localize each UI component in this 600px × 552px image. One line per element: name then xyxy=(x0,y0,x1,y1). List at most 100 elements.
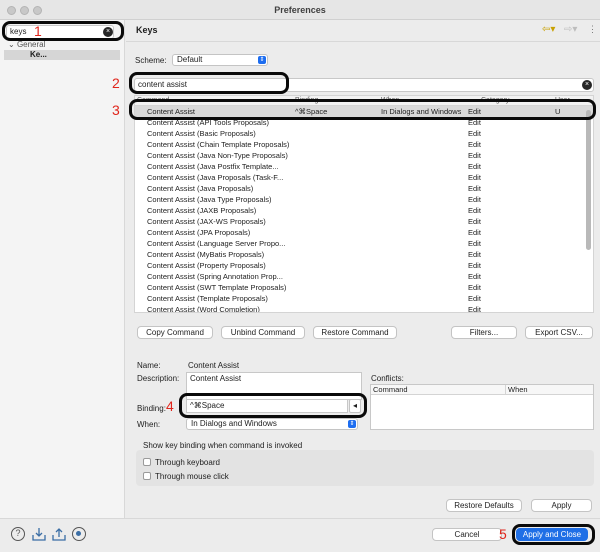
table-header: Command Binding When Category User xyxy=(135,96,593,106)
cell-command: Content Assist (Basic Proposals) xyxy=(147,129,256,138)
table-row[interactable]: Content Assist ^⌘Space In Dialogs and Wind… xyxy=(135,106,593,117)
apply-and-close-button[interactable]: Apply and Close xyxy=(516,528,588,541)
menu-icon[interactable]: ⋮ xyxy=(588,24,597,35)
cell-command: Content Assist xyxy=(147,107,195,116)
cell-command: Content Assist (Language Server Propo... xyxy=(147,239,286,248)
back-arrow-icon[interactable]: ⇦▾ xyxy=(542,24,555,35)
column-header-category[interactable]: Category xyxy=(481,96,509,105)
chevron-down-icon: ⌄ xyxy=(8,40,15,49)
table-row[interactable]: Content Assist (Basic Proposals) Edit xyxy=(135,128,593,139)
minimize-window-button[interactable] xyxy=(20,6,29,15)
forward-arrow-icon[interactable]: ⇨▾ xyxy=(564,24,577,35)
cell-category: Edit xyxy=(468,151,481,160)
table-row[interactable]: Content Assist (SWT Template Proposals) E… xyxy=(135,282,593,293)
table-row[interactable]: Content Assist (API Tools Proposals) Edit xyxy=(135,117,593,128)
conflicts-column-command[interactable]: Command xyxy=(373,385,408,394)
cell-command: Content Assist (Java Type Proposals) xyxy=(147,195,272,204)
through-mouse-label: Through mouse click xyxy=(155,472,229,481)
copy-command-button[interactable]: Copy Command xyxy=(137,326,213,339)
tree-item-general-label: General xyxy=(16,40,46,49)
binding-label: Binding: xyxy=(137,404,166,413)
cell-category: Edit xyxy=(468,195,481,204)
binding-input[interactable]: ^⌘Space xyxy=(186,399,348,413)
description-field[interactable]: Content Assist xyxy=(186,372,362,400)
apply-button[interactable]: Apply xyxy=(531,499,592,512)
cell-category: Edit xyxy=(468,294,481,303)
tree-item-general[interactable]: ⌄ General xyxy=(8,40,45,49)
preferences-sidebar: keys × ⌄ General Ke... xyxy=(0,20,125,518)
column-header-binding[interactable]: Binding xyxy=(295,96,318,105)
table-row[interactable]: Content Assist (Spring Annotation Prop..… xyxy=(135,271,593,282)
cell-command: Content Assist (Chain Template Proposals… xyxy=(147,140,290,149)
cell-category: Edit xyxy=(468,250,481,259)
zoom-window-button[interactable] xyxy=(33,6,42,15)
restore-defaults-button[interactable]: Restore Defaults xyxy=(446,499,522,512)
column-header-user[interactable]: User xyxy=(555,96,570,105)
import-icon[interactable] xyxy=(32,527,46,541)
cell-category: Edit xyxy=(468,129,481,138)
table-row[interactable]: Content Assist (MyBatis Proposals) Edit xyxy=(135,249,593,260)
table-row[interactable]: Content Assist (Java Postfix Template...… xyxy=(135,161,593,172)
through-mouse-checkbox[interactable] xyxy=(143,472,151,480)
cell-category: Edit xyxy=(468,107,481,116)
table-row[interactable]: Content Assist (JPA Proposals) Edit xyxy=(135,227,593,238)
cell-when: In Dialogs and Windows xyxy=(381,107,462,116)
name-value: Content Assist xyxy=(188,361,240,370)
command-filter-input[interactable]: content assist xyxy=(134,78,594,92)
clear-command-filter-icon[interactable]: × xyxy=(582,80,592,90)
table-row[interactable]: Content Assist (Template Proposals) Edit xyxy=(135,293,593,304)
table-row[interactable]: Content Assist (Language Server Propo...… xyxy=(135,238,593,249)
annotation-number-5: 5 xyxy=(499,526,507,542)
cell-command: Content Assist (Template Proposals) xyxy=(147,294,268,303)
table-row[interactable]: Content Assist (Java Type Proposals) Edit xyxy=(135,194,593,205)
scheme-select-value: Default xyxy=(177,55,203,64)
cell-command: Content Assist (Java Proposals (Task-F..… xyxy=(147,173,284,182)
cell-category: Edit xyxy=(468,228,481,237)
scheme-select[interactable]: Default ⇕ xyxy=(172,54,268,66)
page-title: Keys xyxy=(136,25,158,35)
restore-command-button[interactable]: Restore Command xyxy=(313,326,397,339)
close-window-button[interactable] xyxy=(7,6,16,15)
unbind-command-button[interactable]: Unbind Command xyxy=(221,326,305,339)
cell-command: Content Assist (Spring Annotation Prop..… xyxy=(147,272,283,281)
cancel-button[interactable]: Cancel xyxy=(432,528,502,541)
tree-item-keys[interactable]: Ke... xyxy=(4,50,120,60)
preference-filter-input[interactable]: keys xyxy=(6,25,114,39)
cell-category: Edit xyxy=(468,140,481,149)
when-select[interactable]: In Dialogs and Windows ⇕ xyxy=(186,418,358,430)
cell-category: Edit xyxy=(468,184,481,193)
cell-command: Content Assist (Word Completion) xyxy=(147,305,260,313)
table-row[interactable]: Content Assist (Java Proposals (Task-F..… xyxy=(135,172,593,183)
table-row[interactable]: Content Assist (Word Completion) Edit xyxy=(135,304,593,313)
table-row[interactable]: Content Assist (Java Proposals) Edit xyxy=(135,183,593,194)
column-header-command[interactable]: Command xyxy=(137,96,169,105)
through-keyboard-checkbox[interactable] xyxy=(143,458,151,466)
page-header: Keys ⇦▾ ⇨▾ ⋮ xyxy=(126,20,600,42)
scheme-label: Scheme: xyxy=(135,56,167,65)
cell-category: Edit xyxy=(468,283,481,292)
cell-command: Content Assist (JAXB Proposals) xyxy=(147,206,257,215)
conflicts-label: Conflicts: xyxy=(371,374,404,383)
table-row[interactable]: Content Assist (Java Non-Type Proposals)… xyxy=(135,150,593,161)
cell-category: Edit xyxy=(468,118,481,127)
export-csv-button[interactable]: Export CSV... xyxy=(525,326,593,339)
column-header-when[interactable]: When xyxy=(381,96,399,105)
table-row[interactable]: Content Assist (Chain Template Proposals… xyxy=(135,139,593,150)
clear-filter-icon[interactable]: × xyxy=(103,27,113,37)
conflicts-header: Command When xyxy=(371,385,593,395)
filters-button[interactable]: Filters... xyxy=(451,326,517,339)
binding-options-button[interactable]: ◂ xyxy=(349,399,361,413)
table-row[interactable]: Content Assist (Property Proposals) Edit xyxy=(135,260,593,271)
table-row[interactable]: Content Assist (JAX-WS Proposals) Edit xyxy=(135,216,593,227)
table-scrollbar[interactable] xyxy=(586,110,591,250)
conflicts-column-when[interactable]: When xyxy=(505,385,528,394)
cell-command: Content Assist (Java Postfix Template... xyxy=(147,162,279,171)
record-icon[interactable] xyxy=(72,527,86,541)
triangle-left-icon: ◂ xyxy=(352,401,357,410)
table-row[interactable]: Content Assist (JAXB Proposals) Edit xyxy=(135,205,593,216)
cell-command: Content Assist (API Tools Proposals) xyxy=(147,118,269,127)
cell-binding: ^⌘Space xyxy=(295,107,328,116)
export-icon[interactable] xyxy=(52,527,66,541)
help-icon[interactable]: ? xyxy=(11,527,25,541)
annotation-number-1: 1 xyxy=(34,23,42,39)
